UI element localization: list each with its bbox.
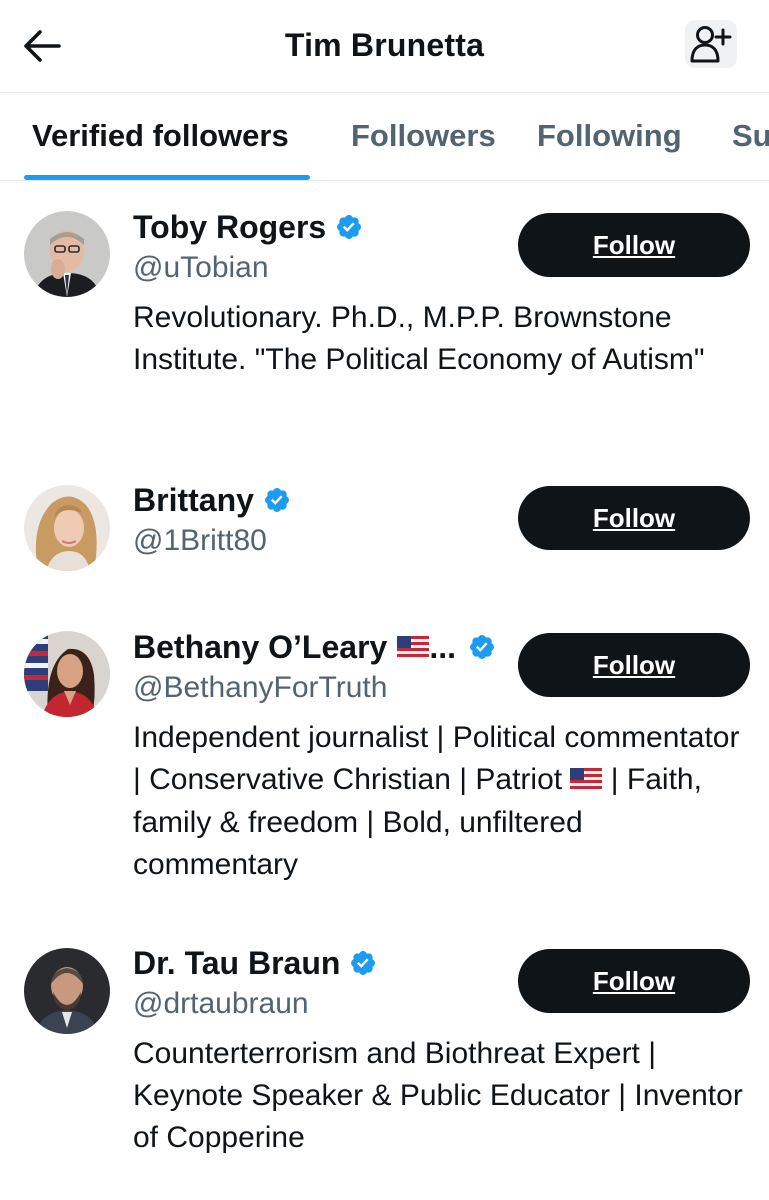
verified-badge-icon: [468, 633, 496, 661]
top-bar: Tim Brunetta: [0, 0, 769, 93]
avatar[interactable]: [24, 631, 110, 717]
verified-badge-icon: [335, 213, 363, 241]
us-flag-icon: [570, 760, 603, 802]
user-row[interactable]: Dr. Tau Braun @drtaubraun Counterterrori…: [0, 920, 769, 1200]
user-handle: @1Britt80: [133, 524, 267, 557]
person-add-icon: [690, 26, 732, 63]
user-bio: Independent journalist | Political comme…: [133, 721, 740, 882]
tab-bar: Verified followers Followers Following S…: [0, 92, 769, 181]
follow-button[interactable]: Follow: [518, 486, 750, 550]
us-flag-icon: [397, 629, 430, 666]
tab-followers[interactable]: Followers: [351, 118, 496, 154]
follow-button[interactable]: Follow: [518, 213, 750, 277]
verified-badge-icon: [349, 949, 377, 977]
user-name[interactable]: Brittany: [133, 480, 291, 520]
avatar[interactable]: [24, 485, 110, 571]
user-handle: @BethanyForTruth: [133, 671, 388, 704]
tab-subscriptions[interactable]: Su: [732, 118, 769, 154]
avatar[interactable]: [24, 948, 110, 1034]
user-name[interactable]: Bethany O’Leary ...: [133, 627, 496, 667]
user-row[interactable]: Bethany O’Leary ... @BethanyForTruth Ind…: [0, 600, 769, 920]
user-bio: Revolutionary. Ph.D., M.P.P. Brownstone …: [133, 301, 705, 376]
user-handle: @uTobian: [133, 251, 269, 284]
user-bio: Counterterrorism and Biothreat Expert | …: [133, 1037, 743, 1154]
page-title: Tim Brunetta: [284, 27, 485, 63]
tab-verified-followers[interactable]: Verified followers: [32, 118, 289, 154]
user-row[interactable]: Toby Rogers @uTobian Revolutionary. Ph.D…: [0, 180, 769, 470]
verified-badge-icon: [263, 486, 291, 514]
follow-button[interactable]: Follow: [518, 949, 750, 1013]
user-name[interactable]: Dr. Tau Braun: [133, 943, 377, 983]
user-name[interactable]: Toby Rogers: [133, 207, 363, 247]
add-person-button[interactable]: [685, 20, 737, 68]
follow-button[interactable]: Follow: [518, 633, 750, 697]
user-handle: @drtaubraun: [133, 987, 309, 1020]
avatar[interactable]: [24, 211, 110, 297]
user-row[interactable]: Brittany @1Britt80 Follow: [0, 470, 769, 600]
tab-following[interactable]: Following: [537, 118, 682, 154]
